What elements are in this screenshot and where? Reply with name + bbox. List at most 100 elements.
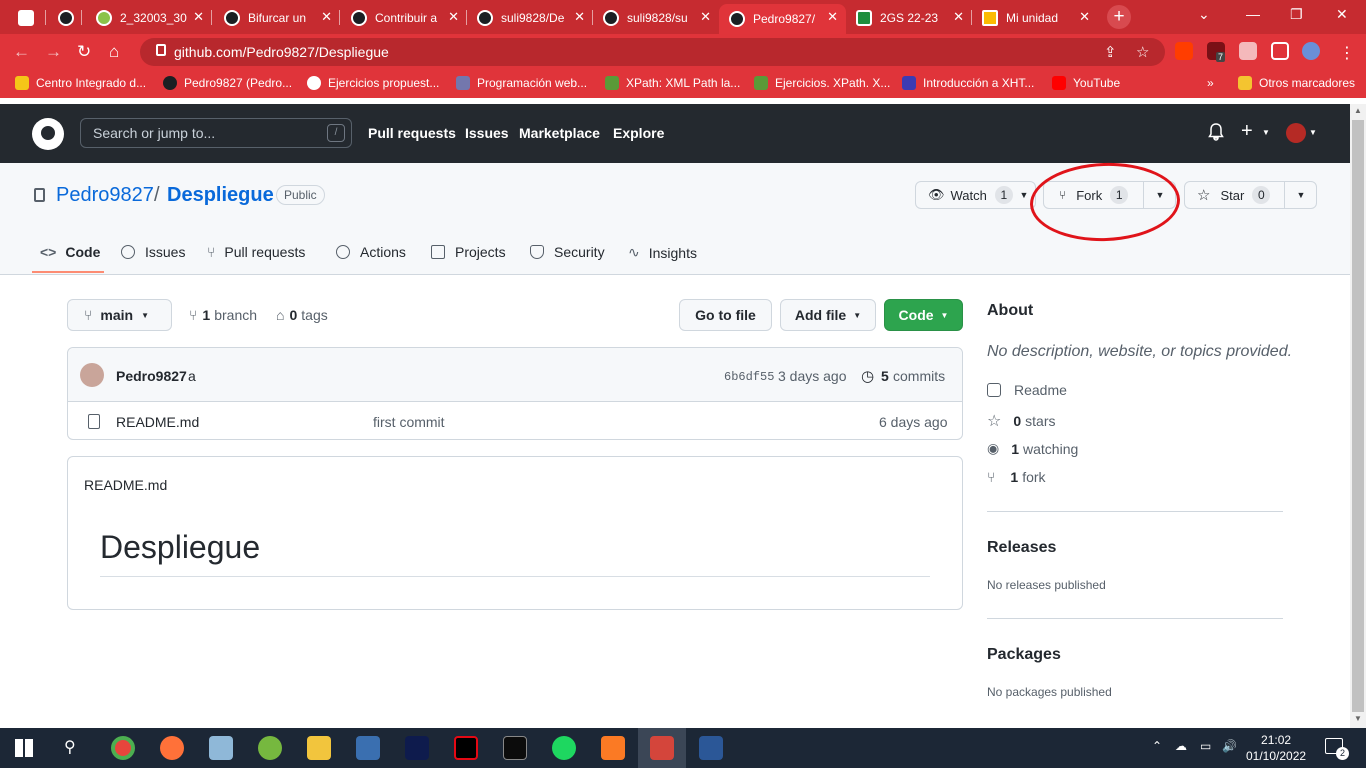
virtualbox-icon[interactable]	[356, 736, 380, 760]
tab-code[interactable]: <> Code	[40, 244, 100, 260]
go-to-file-button[interactable]: Go to file	[679, 299, 772, 331]
netflix-icon[interactable]	[454, 736, 478, 760]
stars-link[interactable]: ☆ 0 stars	[987, 411, 1055, 431]
file-name-link[interactable]: README.md	[116, 414, 199, 430]
home-icon[interactable]: ⌂	[109, 42, 119, 62]
code-button[interactable]: Code ▼	[884, 299, 963, 331]
nav-issues[interactable]: Issues	[465, 125, 509, 141]
profile-avatar[interactable]	[1302, 42, 1320, 60]
tab-issues[interactable]: Issues	[121, 244, 185, 260]
firefox-icon[interactable]	[160, 736, 184, 760]
close-window-icon[interactable]: ✕	[1336, 6, 1348, 23]
file-explorer-icon[interactable]	[307, 736, 331, 760]
bookmark-item[interactable]: Programación web...	[456, 76, 587, 90]
bookmark-item[interactable]: Ejercicios propuest...	[307, 76, 439, 90]
onedrive-icon[interactable]: ☁	[1175, 739, 1187, 753]
close-tab-icon[interactable]: ✕	[193, 9, 204, 25]
close-tab-icon[interactable]: ✕	[700, 9, 711, 25]
network-icon[interactable]: ▭	[1200, 739, 1211, 753]
reload-icon[interactable]: ↻	[77, 42, 91, 62]
forks-link[interactable]: ⑂ 1 fork	[987, 469, 1046, 485]
commits-label[interactable]: commits	[893, 368, 945, 384]
nav-pull-requests[interactable]: Pull requests	[368, 125, 456, 141]
commit-author-link[interactable]: Pedro9827	[116, 368, 187, 384]
restore-icon[interactable]: ❐	[1290, 6, 1303, 23]
browser-menu-icon[interactable]: ⋮	[1339, 43, 1355, 63]
system-clock[interactable]: 21:02 01/10/2022	[1246, 732, 1306, 764]
star-button[interactable]: ☆ Star 0 ▼	[1184, 181, 1317, 209]
tab-actions[interactable]: Actions	[336, 244, 406, 260]
scrollbar-thumb[interactable]	[1352, 120, 1364, 712]
add-file-button[interactable]: Add file ▼	[780, 299, 876, 331]
chevron-up-icon[interactable]: ⌃	[1152, 739, 1162, 753]
packages-title[interactable]: Packages	[987, 646, 1061, 664]
browser-tab[interactable]	[8, 4, 46, 31]
spotify-icon[interactable]	[552, 736, 576, 760]
repo-owner-link[interactable]: Pedro9827	[56, 184, 154, 207]
url-text[interactable]: github.com/Pedro9827/Despliegue	[174, 44, 389, 60]
search-input[interactable]: Search or jump to... /	[80, 118, 352, 148]
side-panel-icon[interactable]	[1271, 42, 1289, 60]
close-tab-icon[interactable]: ✕	[574, 9, 585, 25]
close-tab-icon[interactable]: ✕	[953, 9, 964, 25]
app-icon[interactable]	[209, 736, 233, 760]
repo-name-link[interactable]: Despliegue	[167, 184, 274, 207]
browser-tab[interactable]: 2GS 22-23 ✕	[846, 4, 972, 31]
close-tab-icon[interactable]: ✕	[1079, 9, 1090, 25]
snipping-tool-icon[interactable]	[650, 736, 674, 760]
browser-tab[interactable]: suli9828/su ✕	[593, 4, 719, 31]
extension-icon[interactable]	[1175, 42, 1193, 60]
word-icon[interactable]	[699, 736, 723, 760]
branches-link[interactable]: ⑂ 1 branch	[189, 307, 257, 323]
commit-hash-link[interactable]: 6b6df55	[724, 370, 774, 384]
commits-count[interactable]: 5	[881, 368, 889, 384]
bookmark-item[interactable]: Pedro9827 (Pedro...	[163, 76, 292, 90]
tab-projects[interactable]: Projects	[431, 244, 506, 260]
share-icon[interactable]: ⇪	[1104, 43, 1117, 61]
chrome-icon[interactable]	[111, 736, 135, 760]
table-row[interactable]: README.md first commit 6 days ago	[68, 402, 962, 440]
browser-tab[interactable]: 2_32003_30 ✕	[86, 4, 212, 31]
utorrent-icon[interactable]	[258, 736, 282, 760]
nav-marketplace[interactable]: Marketplace	[519, 125, 600, 141]
scroll-up-arrow-icon[interactable]: ▲	[1354, 106, 1362, 115]
branch-select[interactable]: ⑂ main ▼	[67, 299, 172, 331]
bookmark-item[interactable]: Ejercicios. XPath. X...	[754, 76, 890, 90]
close-tab-icon[interactable]: ✕	[321, 9, 332, 25]
create-new-button[interactable]: +	[1241, 120, 1253, 143]
scroll-down-arrow-icon[interactable]: ▼	[1354, 714, 1362, 723]
tab-pull-requests[interactable]: ⑂ Pull requests	[207, 244, 305, 260]
watching-link[interactable]: ◉ 1 watching	[987, 440, 1078, 457]
windows-start-icon[interactable]	[15, 739, 33, 757]
bookmark-item[interactable]: Centro Integrado d...	[15, 76, 146, 90]
author-avatar[interactable]	[80, 363, 104, 387]
back-icon[interactable]: ←	[13, 42, 30, 62]
bookmark-item[interactable]: Introducción a XHT...	[902, 76, 1034, 90]
file-commit-message[interactable]: first commit	[373, 414, 445, 430]
bookmark-item[interactable]: YouTube	[1052, 76, 1120, 90]
browser-tab[interactable]: suli9828/De ✕	[467, 4, 593, 31]
minimize-icon[interactable]: —	[1246, 6, 1260, 22]
browser-tab-active[interactable]: Pedro9827/ ✕	[719, 4, 846, 34]
tab-security[interactable]: Security	[530, 244, 605, 260]
browser-tab[interactable]: Contribuir a ✕	[341, 4, 467, 31]
nav-explore[interactable]: Explore	[613, 125, 664, 141]
chevron-down-icon[interactable]: ▼	[1284, 182, 1317, 208]
other-bookmarks[interactable]: Otros marcadores	[1238, 76, 1355, 90]
commit-message-link[interactable]: a	[188, 368, 196, 384]
bookmark-item[interactable]: XPath: XML Path la...	[605, 76, 740, 90]
search-icon[interactable]: ⚲	[64, 737, 76, 757]
readme-link[interactable]: Readme	[987, 382, 1067, 398]
releases-title[interactable]: Releases	[987, 539, 1056, 557]
new-tab-button[interactable]: +	[1107, 5, 1131, 29]
browser-tab[interactable]	[48, 4, 82, 31]
extensions-puzzle-icon[interactable]	[1239, 42, 1257, 60]
browser-tab[interactable]: Mi unidad ✕	[972, 4, 1098, 31]
address-bar[interactable]: github.com/Pedro9827/Despliegue ⇪ ☆	[140, 38, 1165, 66]
xampp-icon[interactable]	[601, 736, 625, 760]
github-logo-icon[interactable]	[32, 118, 64, 150]
disney-plus-icon[interactable]	[405, 736, 429, 760]
tab-insights[interactable]: ∿ Insights	[628, 244, 697, 261]
watch-button[interactable]: 👁 Watch 1 ▼	[915, 181, 1036, 209]
close-tab-icon[interactable]: ✕	[448, 9, 459, 25]
